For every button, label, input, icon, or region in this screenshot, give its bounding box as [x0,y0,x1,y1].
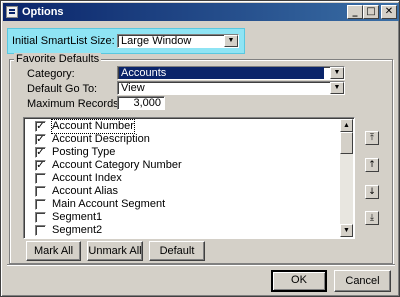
chevron-down-icon[interactable]: ▼ [330,67,344,79]
scroll-down-icon[interactable]: ▼ [340,224,353,237]
list-item[interactable]: Account Alias [24,185,342,198]
category-dropdown[interactable]: Accounts ▼ [117,66,345,80]
list-item[interactable]: Account Index [24,172,342,185]
checkbox[interactable]: ✓ [35,121,46,132]
checkbox[interactable] [35,225,46,236]
list-item[interactable]: Segment2 [24,224,342,237]
list-item[interactable]: ✓ Account Description [24,133,342,146]
checkbox[interactable]: ✓ [35,147,46,158]
move-up-button[interactable]: ↑ [365,158,379,172]
category-value: Accounts [119,67,324,79]
list-scrollbar[interactable]: ▲ ▼ [340,119,353,237]
max-records-label: Maximum Records: [27,98,122,110]
unmark-all-button[interactable]: Unmark All [87,241,143,261]
list-item-label: Segment1 [52,211,103,223]
move-to-bottom-button[interactable]: ⤓ [365,211,379,225]
list-item[interactable]: ✓ Account Number [24,119,342,134]
list-item[interactable]: ✓ Posting Type [24,146,342,159]
default-goto-value: View [121,82,145,94]
window-controls: _ □ ✕ [347,5,397,19]
separator [7,264,395,266]
list-item-label: Segment2 [52,224,103,236]
list-item-label: Account Description [52,133,150,145]
checkbox[interactable] [35,199,46,210]
list-item-label: Main Account Segment [52,198,166,210]
title-bar[interactable]: Options _ □ ✕ [3,3,399,21]
favorite-defaults-title: Favorite Defaults [14,53,102,65]
checkbox[interactable]: ✓ [35,134,46,145]
maximize-button[interactable]: □ [363,5,379,19]
smartlist-size-label: Initial SmartList Size: [12,35,115,47]
default-button[interactable]: Default [149,241,205,261]
list-item-label: Account Index [52,172,122,184]
checkbox[interactable] [35,212,46,223]
list-item[interactable]: Segment1 [24,211,342,224]
window-title: Options [22,6,64,18]
max-records-value: 3,000 [133,97,161,109]
chevron-down-icon[interactable]: ▼ [224,35,238,47]
category-label: Category: [27,68,75,80]
list-item-label: Posting Type [52,146,116,158]
scroll-up-icon[interactable]: ▲ [340,119,353,132]
move-to-top-button[interactable]: ⤒ [365,131,379,145]
close-button[interactable]: ✕ [381,5,397,19]
minimize-button[interactable]: _ [347,5,363,19]
move-down-button[interactable]: ↓ [365,185,379,199]
list-item-label: Account Alias [52,185,119,197]
scroll-thumb[interactable] [340,132,353,154]
list-item-label: Account Number [51,119,135,134]
cancel-button[interactable]: Cancel [334,270,391,292]
smartlist-size-value: Large Window [121,35,192,47]
ok-button[interactable]: OK [271,270,327,292]
default-goto-label: Default Go To: [27,83,98,95]
mark-all-button[interactable]: Mark All [26,241,81,261]
list-item[interactable]: ✓ Account Category Number [24,159,342,172]
checkbox[interactable] [35,173,46,184]
chevron-down-icon[interactable]: ▼ [330,82,344,94]
max-records-field[interactable]: 3,000 [117,96,165,110]
smartlist-size-dropdown[interactable]: Large Window ▼ [117,34,239,48]
list-item-label: Account Category Number [52,159,182,171]
list-item[interactable]: Main Account Segment [24,198,342,211]
checkbox[interactable]: ✓ [35,160,46,171]
default-goto-dropdown[interactable]: View ▼ [117,81,345,95]
options-window: Options _ □ ✕ Initial SmartList Size: La… [0,0,400,297]
options-window-icon [6,6,18,18]
checkbox[interactable] [35,186,46,197]
columns-list[interactable]: ✓ Account Number ✓ Account Description ✓… [23,117,355,239]
